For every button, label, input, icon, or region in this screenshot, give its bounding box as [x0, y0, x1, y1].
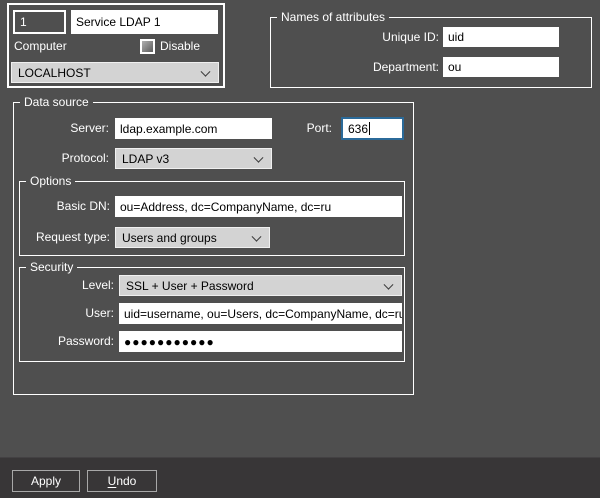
undo-button-label-rest: ndo: [116, 474, 136, 488]
security-group-title: Security: [26, 260, 77, 275]
department-label: Department:: [271, 57, 439, 78]
security-level-select-value: SSL + User + Password: [126, 279, 254, 293]
request-type-label: Request type:: [20, 227, 110, 248]
port-input[interactable]: 636: [341, 117, 404, 140]
security-user-label: User:: [20, 303, 114, 324]
unique-id-input[interactable]: uid: [443, 27, 559, 47]
data-source-group-title: Data source: [20, 95, 93, 110]
unique-id-label: Unique ID:: [271, 27, 439, 48]
data-source-group: Data source Server: ldap.example.com Por…: [13, 102, 414, 395]
port-label: Port:: [292, 118, 332, 139]
protocol-select[interactable]: LDAP v3: [115, 148, 272, 169]
basic-dn-input[interactable]: ou=Address, dc=CompanyName, dc=ru: [115, 196, 402, 217]
protocol-label: Protocol:: [14, 148, 109, 169]
chevron-down-icon: [252, 231, 262, 241]
computer-select-value: LOCALHOST: [18, 66, 91, 80]
server-input[interactable]: ldap.example.com: [115, 118, 272, 139]
undo-button[interactable]: Undo: [87, 470, 157, 492]
disable-checkbox[interactable]: [140, 39, 155, 54]
footer-bar: Apply Undo: [0, 457, 600, 498]
undo-button-label-first: U: [108, 474, 117, 488]
protocol-select-value: LDAP v3: [122, 152, 169, 166]
options-group: Options Basic DN: ou=Address, dc=Company…: [19, 181, 405, 256]
service-id-field[interactable]: 1: [13, 10, 66, 34]
computer-label: Computer: [14, 39, 67, 53]
attributes-group-title: Names of attributes: [277, 10, 389, 25]
security-user-input[interactable]: uid=username, ou=Users, dc=CompanyName, …: [119, 303, 402, 324]
security-level-select[interactable]: SSL + User + Password: [119, 275, 402, 296]
chevron-down-icon: [384, 279, 394, 289]
attributes-group: Names of attributes Unique ID: uid Depar…: [270, 17, 592, 88]
security-group: Security Level: SSL + User + Password Us…: [19, 267, 405, 362]
request-type-select[interactable]: Users and groups: [115, 227, 270, 248]
security-password-label: Password:: [20, 331, 114, 352]
service-header-group: 1 Service LDAP 1 Computer Disable LOCALH…: [7, 3, 225, 88]
server-label: Server:: [14, 118, 109, 139]
apply-button[interactable]: Apply: [12, 470, 80, 492]
request-type-select-value: Users and groups: [122, 231, 217, 245]
department-input[interactable]: ou: [443, 57, 559, 77]
port-value: 636: [348, 122, 368, 136]
disable-checkbox-label: Disable: [160, 39, 200, 54]
security-password-input[interactable]: ●●●●●●●●●●●: [119, 331, 402, 352]
basic-dn-label: Basic DN:: [20, 196, 110, 217]
chevron-down-icon: [254, 152, 264, 162]
options-group-title: Options: [26, 174, 75, 189]
computer-select[interactable]: LOCALHOST: [11, 62, 219, 83]
chevron-down-icon: [201, 66, 211, 76]
security-level-label: Level:: [20, 275, 114, 296]
text-caret: [369, 122, 370, 135]
ldap-service-settings-window: 1 Service LDAP 1 Computer Disable LOCALH…: [0, 0, 600, 498]
service-name-input[interactable]: Service LDAP 1: [71, 10, 218, 34]
